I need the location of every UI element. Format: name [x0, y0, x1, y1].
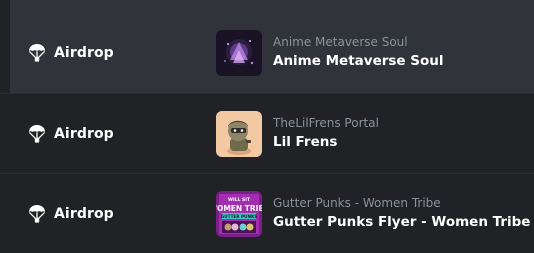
lil-frens-artwork — [216, 110, 262, 157]
item-cell[interactable]: Anime Metaverse Soul Anime Metaverse Sou… — [216, 29, 444, 76]
event-type-label: Airdrop — [54, 125, 114, 142]
item-name[interactable]: Gutter Punks Flyer - Women Tribe — [273, 214, 530, 231]
item-thumbnail[interactable]: WILL SIT WOMEN TRIBE GUTTER PUNKS — [216, 190, 262, 237]
previous-row-highlight — [10, 0, 534, 12]
event-type-label: Airdrop — [54, 44, 114, 61]
item-thumbnail[interactable] — [216, 29, 262, 76]
item-texts: TheLilFrens Portal Lil Frens — [273, 116, 379, 151]
activity-table: Airdrop Anime Metaverse Soul Anime Metav… — [0, 0, 534, 253]
previous-row-edge — [0, 0, 534, 12]
collection-name[interactable]: Gutter Punks - Women Tribe — [273, 196, 530, 211]
women-tribe-flyer-artwork: WILL SIT WOMEN TRIBE GUTTER PUNKS — [216, 190, 262, 237]
flyer-sub-text: GUTTER PUNKS — [221, 213, 257, 218]
activity-row[interactable]: Airdrop TheLilFrens Portal Lil Frens — [0, 93, 534, 173]
activity-row[interactable]: Airdrop WILL SIT WOMEN TRIBE GUTTER PUNK… — [0, 173, 534, 253]
item-cell[interactable]: TheLilFrens Portal Lil Frens — [216, 110, 379, 157]
item-cell[interactable]: WILL SIT WOMEN TRIBE GUTTER PUNKS Gutter… — [216, 190, 530, 237]
item-name[interactable]: Anime Metaverse Soul — [273, 53, 444, 70]
item-name[interactable]: Lil Frens — [273, 134, 379, 151]
parachute-icon — [28, 204, 46, 223]
event-cell: Airdrop — [27, 124, 114, 144]
item-texts: Gutter Punks - Women Tribe Gutter Punks … — [273, 196, 530, 231]
event-cell: Airdrop — [27, 204, 114, 224]
flyer-top-text: WILL SIT — [228, 197, 251, 203]
event-type-label: Airdrop — [54, 205, 114, 222]
collection-name[interactable]: TheLilFrens Portal — [273, 116, 379, 131]
anime-soul-artwork — [216, 29, 262, 76]
collection-name[interactable]: Anime Metaverse Soul — [273, 35, 444, 50]
parachute-icon — [28, 43, 46, 62]
activity-row[interactable]: Airdrop Anime Metaverse Soul Anime Metav… — [0, 12, 534, 93]
flyer-main-text: WOMEN TRIBE — [216, 204, 262, 213]
item-thumbnail[interactable] — [216, 110, 262, 157]
parachute-icon — [28, 124, 46, 143]
item-texts: Anime Metaverse Soul Anime Metaverse Sou… — [273, 35, 444, 70]
activity-rows: Airdrop Anime Metaverse Soul Anime Metav… — [0, 12, 534, 253]
event-cell: Airdrop — [27, 43, 114, 63]
